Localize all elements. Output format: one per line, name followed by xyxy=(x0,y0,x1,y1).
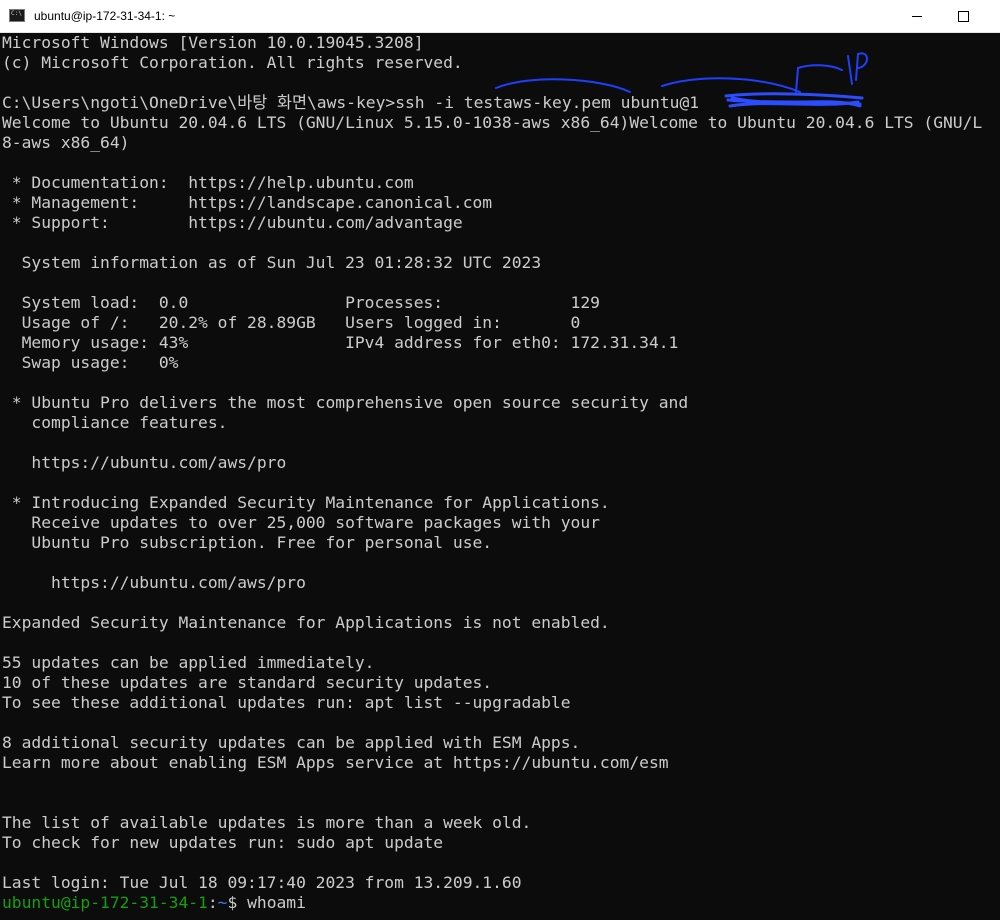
terminal-line: Memory usage: 43% IPv4 address for eth0:… xyxy=(2,333,679,352)
terminal-line: Receive updates to over 25,000 software … xyxy=(2,513,600,532)
minimize-button[interactable] xyxy=(894,0,940,32)
terminal-line: Last login: Tue Jul 18 09:17:40 2023 fro… xyxy=(2,873,522,892)
terminal-line: Swap usage: 0% xyxy=(2,353,179,372)
terminal-line: The list of available updates is more th… xyxy=(2,813,532,832)
typed-command: whoami xyxy=(247,893,306,912)
prompt-separator: : xyxy=(207,893,218,912)
terminal-line: compliance features. xyxy=(2,413,228,432)
cmd-console-icon xyxy=(9,9,25,22)
terminal-line: 8-aws x86_64) xyxy=(2,133,130,152)
shell-prompt-line: ubuntu@ip-172-31-34-1:~$ whoami xyxy=(0,893,1000,913)
terminal-line: 8 additional security updates can be app… xyxy=(2,733,581,752)
terminal-line: Usage of /: 20.2% of 28.89GB Users logge… xyxy=(2,313,581,332)
terminal-line: Expanded Security Maintenance for Applic… xyxy=(2,613,610,632)
prompt-symbol: $ xyxy=(227,893,248,912)
terminal-line: To see these additional updates run: apt… xyxy=(2,693,571,712)
terminal-line: 10 of these updates are standard securit… xyxy=(2,673,493,692)
maximize-icon xyxy=(958,11,969,22)
terminal-line: To check for new updates run: sudo apt u… xyxy=(2,833,444,852)
terminal-line: 55 updates can be applied immediately. xyxy=(2,653,375,672)
minimize-icon xyxy=(912,16,922,17)
terminal-line: (c) Microsoft Corporation. All rights re… xyxy=(2,53,463,72)
terminal-line: Learn more about enabling ESM Apps servi… xyxy=(2,753,669,772)
terminal-line: System load: 0.0 Processes: 129 xyxy=(2,293,600,312)
prompt-user-host: ubuntu@ip-172-31-34-1 xyxy=(2,893,208,912)
terminal-line: * Documentation: https://help.ubuntu.com xyxy=(2,173,414,192)
terminal-line: * Management: https://landscape.canonica… xyxy=(2,193,493,212)
title-bar[interactable]: ubuntu@ip-172-31-34-1: ~ xyxy=(0,0,1000,33)
terminal-line: https://ubuntu.com/aws/pro xyxy=(2,453,287,472)
terminal-line: Welcome to Ubuntu 20.04.6 LTS (GNU/Linux… xyxy=(2,113,983,132)
terminal-output[interactable]: Microsoft Windows [Version 10.0.19045.32… xyxy=(0,32,1000,920)
terminal-line: Ubuntu Pro subscription. Free for person… xyxy=(2,533,493,552)
maximize-button[interactable] xyxy=(940,0,986,32)
terminal-window: ubuntu@ip-172-31-34-1: ~ Microsoft Windo… xyxy=(0,0,1000,920)
window-title: ubuntu@ip-172-31-34-1: ~ xyxy=(34,9,176,23)
terminal-line: https://ubuntu.com/aws/pro xyxy=(2,573,306,592)
terminal-line: System information as of Sun Jul 23 01:2… xyxy=(2,253,542,272)
terminal-line: C:\Users\ngoti\OneDrive\바탕 화면\aws-key>ss… xyxy=(2,93,700,112)
terminal-line: * Ubuntu Pro delivers the most comprehen… xyxy=(2,393,689,412)
terminal-line: Microsoft Windows [Version 10.0.19045.32… xyxy=(2,33,424,52)
prompt-path: ~ xyxy=(217,893,228,912)
terminal-line: * Introducing Expanded Security Maintena… xyxy=(2,493,610,512)
terminal-line: * Support: https://ubuntu.com/advantage xyxy=(2,213,463,232)
